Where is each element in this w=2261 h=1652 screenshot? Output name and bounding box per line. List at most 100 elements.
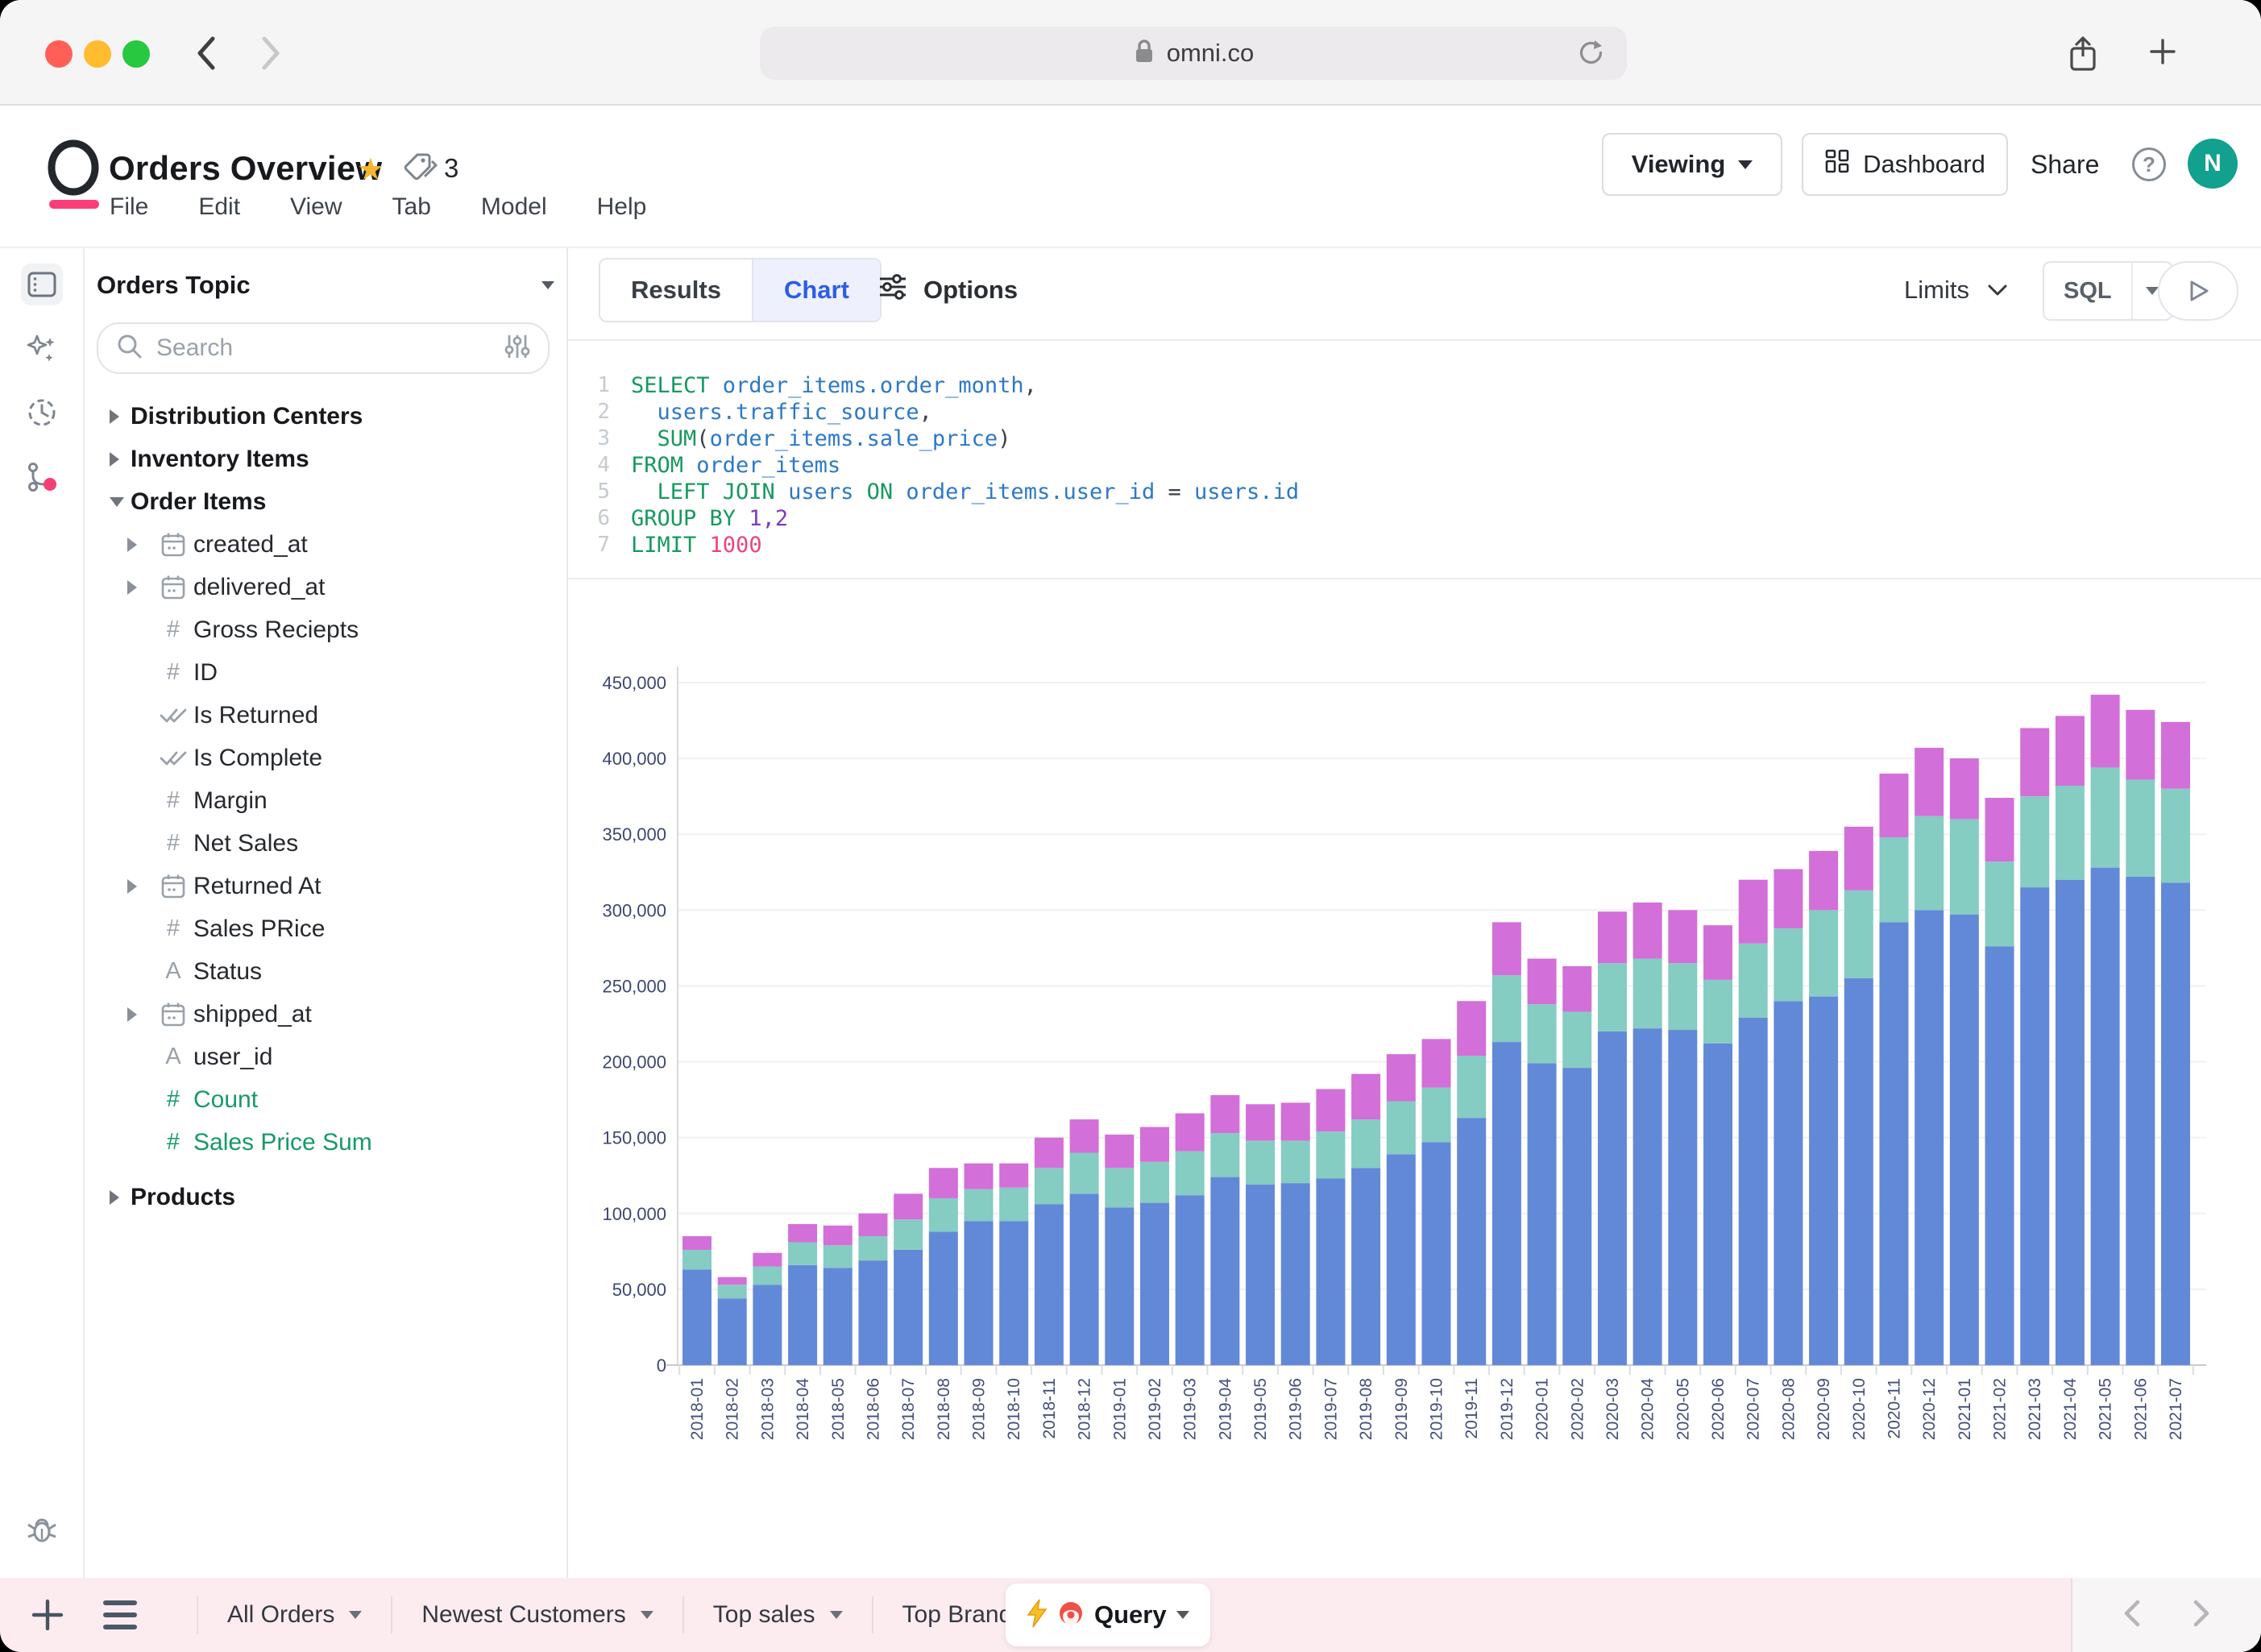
caret-right-icon[interactable] (110, 409, 119, 424)
caret-right-icon[interactable] (127, 580, 137, 595)
menu-help[interactable]: Help (597, 193, 647, 221)
tree-item-sales-price[interactable]: #Sales PRice (85, 907, 566, 950)
tab-list-icon[interactable] (103, 1600, 137, 1629)
next-tab-icon[interactable] (2191, 1598, 2212, 1633)
favorite-star-icon[interactable]: ★ (357, 152, 384, 188)
sidebar-toggle-icon[interactable] (21, 264, 63, 305)
zoom-window-icon[interactable] (122, 40, 150, 68)
tab-query-active[interactable]: Query (1006, 1584, 1210, 1646)
caret-right-icon[interactable] (110, 1190, 119, 1205)
minimize-window-icon[interactable] (84, 40, 111, 68)
chevron-down-icon (2146, 287, 2159, 295)
tree-item-label: Is Complete (193, 745, 322, 772)
avatar[interactable]: N (2188, 139, 2238, 189)
tree-item-sales-price-sum[interactable]: #Sales Price Sum (85, 1121, 566, 1164)
debug-bug-icon[interactable] (21, 1509, 63, 1550)
tab-newest-customers[interactable]: Newest Customers (404, 1601, 670, 1629)
search-input[interactable] (156, 334, 492, 362)
tree-item-label: user_id (193, 1044, 272, 1071)
tree-item-is-complete[interactable]: Is Complete (85, 737, 566, 779)
omni-logo[interactable] (44, 139, 109, 214)
tab-chart[interactable]: Chart (752, 259, 880, 321)
bar-segment-teal (1950, 819, 1979, 915)
tab-top-sales[interactable]: Top sales (695, 1601, 861, 1629)
menu-tab[interactable]: Tab (392, 193, 431, 221)
menu-file[interactable]: File (110, 193, 148, 221)
model-branch-icon[interactable] (21, 457, 63, 499)
ai-sparkles-icon[interactable] (21, 328, 63, 370)
sql-editor[interactable]: 1SELECT order_items.order_month,2 users.… (566, 372, 1299, 558)
dashboard-grid-icon (1824, 148, 1850, 181)
bar-segment-teal (2020, 796, 2049, 887)
bar-segment-magenta (1598, 911, 1627, 963)
tab-separator (391, 1596, 392, 1633)
tree-item-status[interactable]: AStatus (85, 950, 566, 993)
tab-results[interactable]: Results (600, 259, 752, 321)
bar-segment-teal (1809, 910, 1838, 996)
tree-item-count[interactable]: #Count (85, 1078, 566, 1121)
filter-sliders-icon[interactable] (504, 333, 530, 364)
search-box[interactable] (97, 322, 550, 374)
tree-item-delivered-at[interactable]: delivered_at (85, 566, 566, 608)
tree-item-products[interactable]: Products (85, 1176, 566, 1218)
tree-item-label: Net Sales (193, 830, 298, 857)
x-axis-tick-label: 2018-05 (829, 1378, 848, 1440)
limits-button[interactable]: Limits (1904, 266, 2008, 314)
close-window-icon[interactable] (45, 40, 73, 68)
help-icon[interactable]: ? (2132, 147, 2166, 181)
bar-segment-blue (1105, 1207, 1134, 1365)
tree-item-returned-at[interactable]: Returned At (85, 865, 566, 907)
tree-item-gross-reciepts[interactable]: #Gross Reciepts (85, 608, 566, 651)
tree-item-distribution-centers[interactable]: Distribution Centers (85, 395, 566, 438)
add-tab-icon[interactable] (29, 1596, 66, 1633)
history-clock-icon[interactable] (21, 392, 63, 434)
previous-tab-icon[interactable] (2122, 1598, 2143, 1633)
bar-segment-blue (1070, 1193, 1099, 1365)
menu-model[interactable]: Model (481, 193, 547, 221)
x-axis-tick-label: 2019-09 (1392, 1378, 1411, 1440)
tree-item-user-id[interactable]: Auser_id (85, 1036, 566, 1078)
forward-icon[interactable] (256, 32, 284, 78)
topic-selector[interactable]: Orders Topic (97, 271, 554, 300)
x-axis-tick-label: 2019-08 (1357, 1378, 1375, 1440)
tree-item-order-items[interactable]: Order Items (85, 480, 566, 523)
browser-share-icon[interactable] (2066, 34, 2100, 78)
reload-icon[interactable] (1575, 38, 1606, 73)
tree-item-label: created_at (193, 531, 308, 558)
back-icon[interactable] (193, 32, 221, 78)
bar-segment-blue (999, 1221, 1028, 1365)
tree-item-inventory-items[interactable]: Inventory Items (85, 438, 566, 480)
tree-item-margin[interactable]: #Margin (85, 779, 566, 822)
menu-edit[interactable]: Edit (198, 193, 240, 221)
tab-all-orders[interactable]: All Orders (210, 1601, 380, 1629)
run-query-button[interactable] (2158, 261, 2238, 321)
tree-item-created-at[interactable]: created_at (85, 523, 566, 566)
tree-item-is-returned[interactable]: Is Returned (85, 694, 566, 737)
tree-item-shipped-at[interactable]: shipped_at (85, 993, 566, 1036)
tree-item-id[interactable]: #ID (85, 651, 566, 694)
workbook-tabs: All OrdersNewest CustomersTop salesTop B… (185, 1596, 1069, 1633)
sql-label[interactable]: SQL (2044, 263, 2131, 319)
options-button[interactable]: Options (878, 266, 1018, 314)
caret-down-icon[interactable] (110, 497, 124, 507)
bar-segment-magenta (1528, 959, 1557, 1004)
dashboard-button[interactable]: Dashboard (1802, 133, 2008, 196)
bar-segment-teal (1528, 1004, 1557, 1063)
bar-segment-teal (718, 1285, 747, 1298)
x-axis-tick-label: 2019-01 (1110, 1378, 1129, 1440)
caret-right-icon[interactable] (127, 1007, 137, 1022)
tags-icon[interactable] (403, 152, 438, 189)
tab-pager (2071, 1578, 2261, 1652)
new-tab-icon[interactable] (2145, 34, 2180, 73)
tree-item-label: Margin (193, 787, 268, 815)
caret-right-icon[interactable] (110, 452, 119, 467)
tree-item-net-sales[interactable]: #Net Sales (85, 822, 566, 865)
caret-right-icon[interactable] (127, 879, 137, 894)
viewing-mode-button[interactable]: Viewing (1602, 133, 1782, 196)
hash-type-icon: # (157, 787, 189, 814)
address-bar[interactable]: omni.co (760, 27, 1627, 80)
bar-segment-blue (894, 1250, 923, 1365)
caret-right-icon[interactable] (127, 538, 137, 552)
menu-view[interactable]: View (290, 193, 342, 221)
share-button[interactable]: Share (2031, 150, 2099, 180)
